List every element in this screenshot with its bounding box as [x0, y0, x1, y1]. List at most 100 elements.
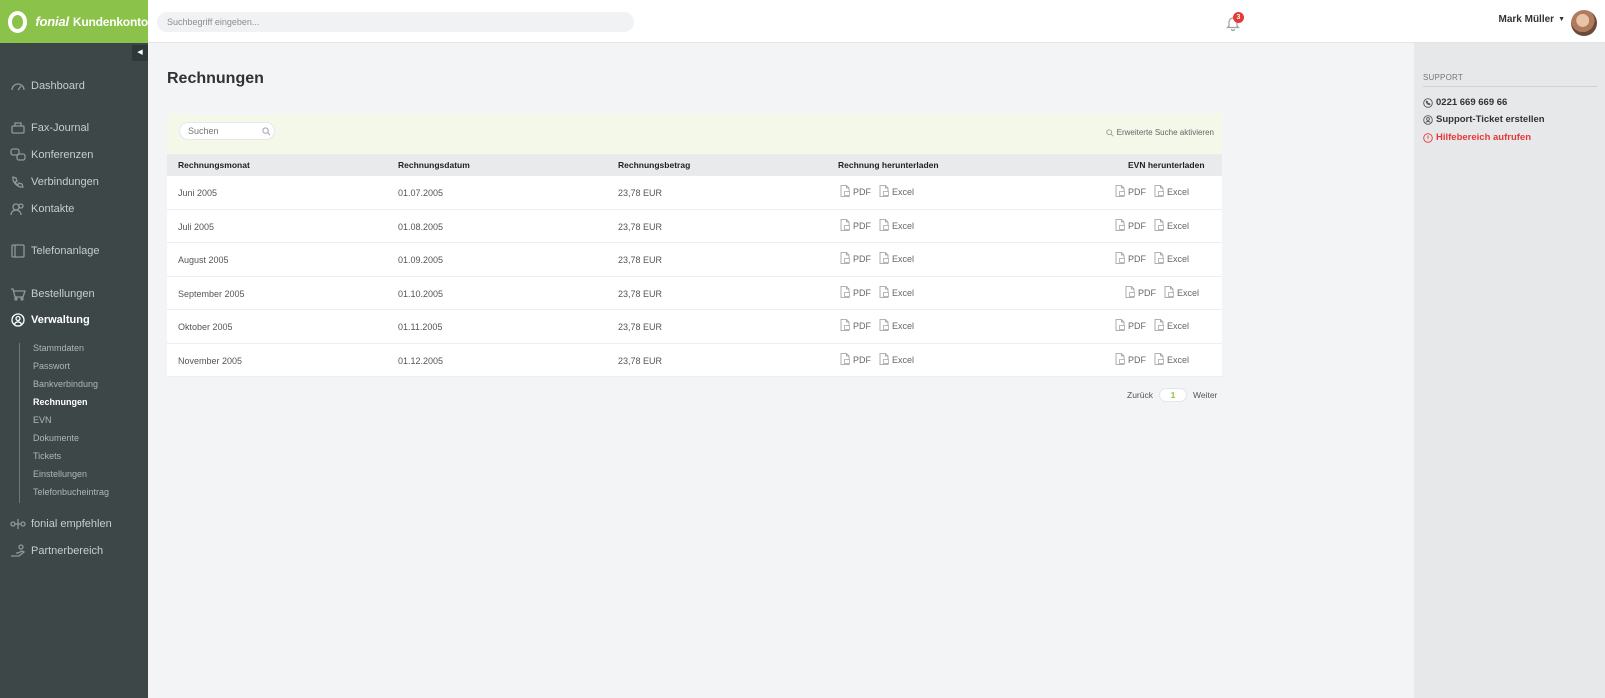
evn-excel-download[interactable]: Excel	[1154, 352, 1189, 367]
prev-page-button[interactable]: Zurück	[1127, 390, 1153, 400]
invoice-excel-download[interactable]: Excel	[879, 218, 914, 233]
invoice-date: 01.09.2005	[398, 255, 444, 265]
evn-downloads: PDF Excel	[1115, 185, 1189, 199]
invoice-date: 01.08.2005	[398, 221, 444, 232]
evn-excel-download[interactable]: Excel	[1154, 319, 1189, 333]
column-header[interactable]: Rechnungsdatum	[398, 160, 470, 170]
excel-file-icon	[1154, 252, 1165, 266]
pdf-file-icon	[840, 218, 851, 233]
support-panel: SUPPORT 0221 669 669 66 Support-Ticket e…	[1414, 43, 1605, 698]
evn-pdf-download[interactable]: PDF	[1115, 319, 1146, 333]
sidebar-item-konferenzen[interactable]: Konferenzen	[10, 148, 93, 162]
subnav-item-rechnungen[interactable]: Rechnungen	[33, 397, 88, 407]
advanced-search-toggle[interactable]: Erweiterte Suche aktivieren	[1105, 128, 1214, 137]
evn-downloads: PDF Excel	[1115, 352, 1189, 367]
global-search-input[interactable]	[157, 12, 634, 32]
evn-excel-download[interactable]: Excel	[1154, 218, 1189, 233]
avatar[interactable]	[1571, 10, 1597, 36]
evn-excel-download[interactable]: Excel	[1154, 252, 1189, 266]
invoice-excel-download[interactable]: Excel	[879, 352, 914, 367]
support-phone[interactable]: 0221 669 669 66	[1423, 97, 1507, 108]
sidebar-item-partnerbereich[interactable]: Partnerbereich	[10, 544, 103, 558]
evn-downloads: PDF Excel	[1115, 252, 1189, 266]
next-page-button[interactable]: Weiter	[1193, 390, 1217, 400]
column-header[interactable]: Rechnungsmonat	[178, 160, 250, 170]
subnav-item-bankverbindung[interactable]: Bankverbindung	[33, 379, 98, 389]
pdf-file-icon	[840, 185, 851, 199]
subnav-item-telefonbucheintrag[interactable]: Telefonbucheintrag	[33, 487, 109, 497]
invoice-search-input[interactable]	[179, 122, 275, 140]
column-header: Rechnung herunterladen	[838, 160, 939, 170]
table-row: Oktober 2005 01.11.2005 23,78 EUR PDF Excel P…	[167, 310, 1222, 344]
subnav-item-evn[interactable]: EVN	[33, 415, 52, 425]
invoice-excel-download[interactable]: Excel	[879, 319, 914, 333]
column-header[interactable]: Rechnungsbetrag	[618, 160, 690, 170]
subnav-item-passwort[interactable]: Passwort	[33, 361, 70, 371]
fax-icon	[11, 122, 25, 134]
invoice-pdf-download[interactable]: PDF	[840, 252, 871, 266]
table-row: August 2005 01.09.2005 23,78 EUR PDF Excel PD…	[167, 243, 1222, 277]
sidebar-item-telefonanlage[interactable]: Telefonanlage	[10, 244, 100, 258]
notification-count-badge: 3	[1233, 12, 1244, 23]
invoice-downloads: PDF Excel	[840, 285, 914, 300]
evn-downloads: PDF Excel	[1125, 285, 1199, 300]
phone-icon	[12, 176, 24, 188]
evn-excel-download[interactable]: Excel	[1154, 185, 1189, 199]
sidebar-item-fax-journal[interactable]: Fax-Journal	[10, 121, 89, 135]
notifications-button[interactable]: 3	[1225, 12, 1249, 34]
invoice-month: August 2005	[178, 255, 229, 265]
support-heading: SUPPORT	[1423, 73, 1597, 87]
sidebar-item-dashboard[interactable]: Dashboard	[10, 79, 85, 93]
support-ticket-link[interactable]: Support-Ticket erstellen	[1423, 114, 1545, 125]
subnav-item-tickets[interactable]: Tickets	[33, 451, 61, 461]
subnav-item-einstellungen[interactable]: Einstellungen	[33, 469, 87, 479]
invoice-date: 01.10.2005	[398, 288, 444, 299]
invoice-excel-download[interactable]: Excel	[879, 285, 914, 300]
evn-pdf-download[interactable]: PDF	[1115, 352, 1146, 367]
subnav-item-stammdaten[interactable]: Stammdaten	[33, 343, 84, 353]
pdf-file-icon	[840, 319, 851, 333]
help-area-link[interactable]: Hilfebereich aufrufen	[1423, 132, 1531, 143]
subnav-verwaltung: Stammdaten Passwort Bankverbindung Rechn…	[19, 343, 139, 503]
evn-excel-download[interactable]: Excel	[1164, 285, 1199, 300]
sidebar-item-bestellungen[interactable]: Bestellungen	[10, 287, 95, 301]
current-page[interactable]: 1	[1158, 388, 1187, 402]
sidebar-item-fonial-empfehlen[interactable]: fonial empfehlen	[10, 517, 112, 531]
invoice-pdf-download[interactable]: PDF	[840, 319, 871, 333]
invoice-month: Oktober 2005	[178, 322, 233, 332]
excel-file-icon	[879, 218, 890, 233]
user-menu[interactable]: Mark Müller ▼	[1498, 14, 1565, 25]
invoice-pdf-download[interactable]: PDF	[840, 185, 871, 199]
evn-pdf-download[interactable]: PDF	[1125, 285, 1156, 300]
sidebar-item-verbindungen[interactable]: Verbindungen	[10, 175, 99, 189]
pdf-file-icon	[1115, 319, 1126, 333]
collapse-sidebar-button[interactable]: ◀	[132, 45, 148, 61]
invoice-downloads: PDF Excel	[840, 185, 914, 199]
sidebar-item-verwaltung[interactable]: Verwaltung	[10, 313, 90, 327]
evn-pdf-download[interactable]: PDF	[1115, 218, 1146, 233]
dashboard-icon	[11, 83, 25, 91]
evn-pdf-download[interactable]: PDF	[1115, 252, 1146, 266]
excel-file-icon	[879, 319, 890, 333]
conference-icon	[10, 148, 26, 161]
pdf-file-icon	[840, 352, 851, 367]
invoice-excel-download[interactable]: Excel	[879, 252, 914, 266]
search-icon	[1105, 128, 1114, 137]
sidebar-item-kontakte[interactable]: Kontakte	[10, 202, 74, 216]
invoice-pdf-download[interactable]: PDF	[840, 218, 871, 233]
excel-file-icon	[1154, 218, 1165, 233]
invoice-date: 01.11.2005	[398, 322, 443, 332]
excel-file-icon	[1154, 319, 1165, 333]
evn-pdf-download[interactable]: PDF	[1115, 185, 1146, 199]
table-body: Juni 2005 01.07.2005 23,78 EUR PDF Excel PDF E…	[167, 176, 1222, 377]
invoice-excel-download[interactable]: Excel	[879, 185, 914, 199]
logo-text: fonial Kundenkonto	[35, 14, 148, 29]
table-header: Rechnungsmonat Rechnungsdatum Rechnungsb…	[167, 154, 1222, 176]
pbx-icon	[11, 244, 25, 258]
logo[interactable]: fonial Kundenkonto	[0, 0, 148, 43]
invoice-downloads: PDF Excel	[840, 352, 914, 367]
invoice-month: November 2005	[178, 355, 243, 366]
subnav-item-dokumente[interactable]: Dokumente	[33, 433, 79, 443]
invoice-pdf-download[interactable]: PDF	[840, 352, 871, 367]
invoice-pdf-download[interactable]: PDF	[840, 285, 871, 300]
